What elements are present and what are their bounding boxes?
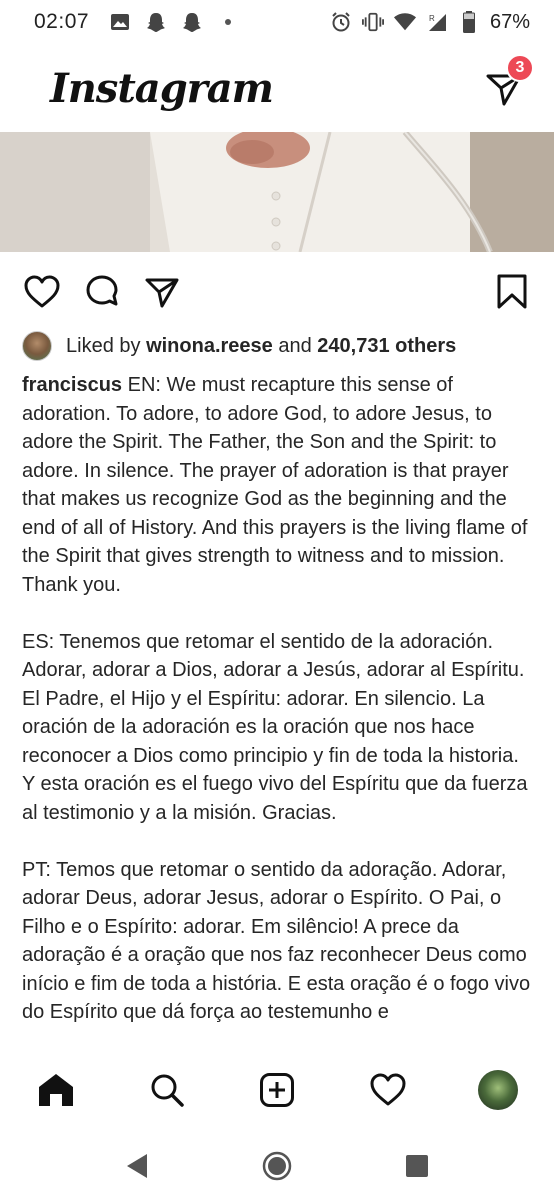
post-photo [0, 132, 554, 252]
svg-text:R: R [429, 14, 435, 23]
status-time: 02:07 [34, 10, 90, 33]
likes-count[interactable]: 240,731 others [317, 335, 456, 358]
profile-avatar[interactable] [478, 1070, 518, 1110]
post-image[interactable] [0, 132, 554, 252]
caption-paragraph-es: ES: Tenemos que retomar el sentido de la… [22, 630, 528, 824]
bottom-navigation [0, 1048, 554, 1132]
liker-username[interactable]: winona.reese [146, 335, 273, 358]
battery-icon [458, 11, 480, 33]
wifi-icon [393, 11, 416, 33]
snapchat-icon [181, 11, 203, 33]
add-post-icon[interactable] [257, 1070, 297, 1110]
image-icon [109, 11, 131, 33]
activity-heart-icon[interactable] [368, 1070, 408, 1110]
likes-summary[interactable]: Liked by winona.reese and 240,731 others [22, 331, 456, 361]
post-actions [0, 268, 554, 316]
instagram-logo[interactable]: Instagram [50, 65, 274, 112]
search-icon[interactable] [147, 1070, 187, 1110]
home-icon[interactable] [36, 1070, 76, 1110]
back-icon[interactable] [122, 1151, 152, 1181]
dm-badge: 3 [506, 54, 534, 82]
like-heart-icon[interactable] [22, 272, 62, 312]
caption-username[interactable]: franciscus [22, 374, 122, 396]
bookmark-icon[interactable] [492, 272, 532, 312]
share-plane-icon[interactable] [142, 272, 182, 312]
post-caption: franciscus EN: We must recapture this se… [22, 371, 534, 1055]
signal-icon: R [426, 11, 448, 33]
snapchat-icon [145, 11, 167, 33]
caption-paragraph-pt: PT: Temos que retomar o sentido da adora… [22, 858, 531, 1024]
recents-icon[interactable] [402, 1151, 432, 1181]
battery-level: 67% [489, 10, 530, 33]
profile-avatar-image [478, 1070, 518, 1110]
caption-text-en: EN: We must recapture this sense of ador… [22, 374, 528, 596]
status-bar: 02:07 R 67% [0, 0, 554, 44]
app-header: Instagram 3 [0, 44, 554, 132]
comment-icon[interactable] [82, 272, 122, 312]
dot-icon [217, 11, 239, 33]
likes-prefix: Liked by [66, 334, 141, 357]
home-circle-icon[interactable] [262, 1151, 292, 1181]
likes-middle: and [278, 334, 312, 357]
direct-messages-button[interactable]: 3 [484, 54, 534, 108]
system-navigation [0, 1132, 554, 1200]
liker-avatar[interactable] [22, 331, 52, 361]
vibrate-icon [361, 11, 384, 33]
caption-paragraph-en: franciscus EN: We must recapture this se… [22, 371, 534, 599]
alarm-icon [330, 11, 352, 33]
